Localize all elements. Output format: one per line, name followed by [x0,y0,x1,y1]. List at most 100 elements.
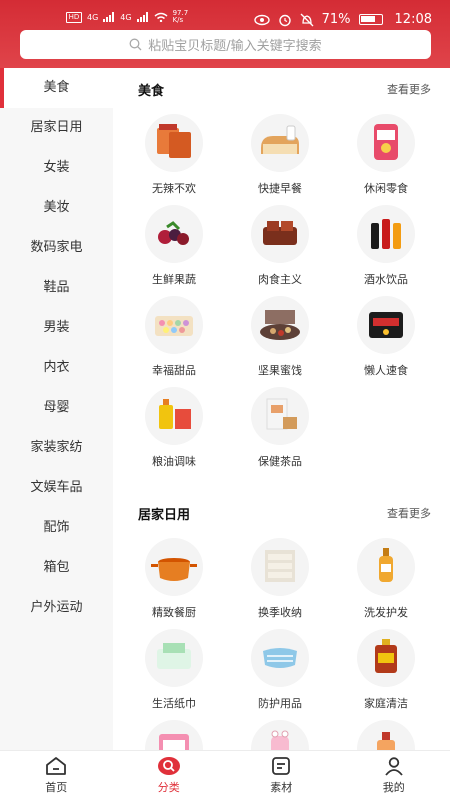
tab-mine-label: 我的 [382,781,405,794]
subcategory-label: 防护用品 [258,697,302,710]
section-title: 居家日用 [138,508,191,523]
tab-category[interactable]: 分类 [113,751,226,800]
clock: 12:08 [394,12,432,27]
signal-4g-icon-2: 4G [120,12,132,22]
subcategory-item[interactable]: 防护用品 [227,623,333,714]
eye-icon [253,14,270,25]
subcategory-label: 休闲零食 [364,182,408,195]
search-input[interactable]: 粘贴宝贝标题/输入关键字搜索 [20,30,431,59]
tissue-icon [145,629,203,687]
header-bar: HD 4G 4G 97.7 K/s 71% 12:08 粘贴宝贝标题/输入关键字… [0,0,450,68]
tab-category-label: 分类 [157,781,180,794]
subcategory-item[interactable]: 生鲜果蔬 [121,199,227,290]
signal-4g-icon: 4G [87,12,99,22]
subcategory-label: 粮油调味 [152,455,196,468]
subcategory-label: 坚果蜜饯 [258,364,302,377]
sidebar-item[interactable]: 户外运动 [0,588,113,628]
hd-icon: HD [66,11,82,23]
sidebar-item[interactable]: 美妆 [0,188,113,228]
status-right: 71% 12:08 [253,12,432,27]
chips-bag-icon [357,114,415,172]
search-placeholder: 粘贴宝贝标题/输入关键字搜索 [148,39,322,54]
subcategory-item[interactable]: 无辣不欢 [121,108,227,199]
subcategory-item[interactable]: 酒水饮品 [333,199,439,290]
tab-home-label: 首页 [45,781,68,794]
berries-icon [145,205,203,263]
bottles-icon [357,205,415,263]
status-bar: HD 4G 4G 97.7 K/s 71% 12:08 [0,0,450,34]
subcategory-label: 精致餐厨 [152,606,196,619]
perfume-icon [357,720,415,750]
oil-bottle-icon [145,387,203,445]
sidebar-item[interactable]: 美食 [0,68,113,108]
subcategory-item[interactable] [333,714,439,750]
sidebar-item[interactable]: 数码家电 [0,228,113,268]
section-header: 居家日用 查看更多 [113,492,450,532]
mute-bell-icon [300,13,314,26]
subcategory-item[interactable] [227,714,333,750]
bottom-tab-bar: 首页 分类 素材 我的 [0,750,450,800]
view-more-link[interactable]: 查看更多 [387,81,431,97]
shampoo-icon [357,538,415,596]
subcategory-label: 快捷早餐 [258,182,302,195]
subcategory-item[interactable]: 家庭清洁 [333,623,439,714]
tab-home[interactable]: 首页 [0,751,113,800]
subcategory-label: 生活纸巾 [152,697,196,710]
subcategory-item[interactable]: 生活纸巾 [121,623,227,714]
storage-drawer-icon [251,538,309,596]
subcategory-label: 无辣不欢 [152,182,196,195]
sidebar-item[interactable]: 鞋品 [0,268,113,308]
pad-pack-icon [145,720,203,750]
category-content: 美食 查看更多 无辣不欢 快捷早餐 休闲零食 生鲜果蔬 肉食主义 酒水饮品 幸福甜品 坚果蜜饯 懒人… [113,68,450,750]
subcategory-label: 洗发护发 [364,606,408,619]
category-search-icon [157,757,180,775]
cup-icon [251,720,309,750]
snack-pack-icon [145,114,203,172]
subcategory-item[interactable]: 快捷早餐 [227,108,333,199]
mask-icon [251,629,309,687]
subcategory-grid: 无辣不欢 快捷早餐 休闲零食生鲜果蔬 肉食主义 酒水饮品幸福甜品 坚果蜜饯 懒人速食粮油调味… [113,108,450,472]
cleaner-bottle-icon [357,629,415,687]
tab-material[interactable]: 素材 [225,751,338,800]
sidebar-item[interactable]: 母婴 [0,388,113,428]
sidebar-item[interactable]: 内衣 [0,348,113,388]
battery-percent: 71% [321,12,351,27]
subcategory-item[interactable]: 精致餐厨 [121,532,227,623]
sidebar-item[interactable]: 男装 [0,308,113,348]
sidebar-item[interactable]: 文娱车品 [0,468,113,508]
alarm-icon [278,14,291,26]
subcategory-item[interactable]: 休闲零食 [333,108,439,199]
sidebar-item[interactable]: 女装 [0,148,113,188]
tab-mine[interactable]: 我的 [338,751,450,800]
tab-material-label: 素材 [270,781,293,794]
subcategory-grid: 精致餐厨 换季收纳 洗发护发生活纸巾 防护用品 家庭清洁 [113,532,450,750]
sidebar-item[interactable]: 居家日用 [0,108,113,148]
subcategory-label: 家庭清洁 [364,697,408,710]
sidebar-item[interactable]: 箱包 [0,548,113,588]
network-speed: 97.7 K/s [172,9,189,24]
subcategory-item[interactable]: 肉食主义 [227,199,333,290]
macaron-icon [145,296,203,354]
sidebar-item[interactable]: 家装家纺 [0,428,113,468]
material-icon [272,757,291,775]
signal-bars-icon-2 [136,12,148,22]
subcategory-item[interactable]: 洗发护发 [333,532,439,623]
section-title: 美食 [138,84,165,99]
noodle-pack-icon [357,296,415,354]
subcategory-item[interactable]: 换季收纳 [227,532,333,623]
search-icon [129,38,142,51]
subcategory-label: 生鲜果蔬 [152,273,196,286]
user-icon [385,757,403,776]
subcategory-item[interactable]: 保健茶品 [227,381,333,472]
sidebar-item[interactable]: 配饰 [0,508,113,548]
subcategory-item[interactable]: 幸福甜品 [121,290,227,381]
subcategory-item[interactable]: 懒人速食 [333,290,439,381]
subcategory-item[interactable]: 粮油调味 [121,381,227,472]
pot-icon [145,538,203,596]
subcategory-item[interactable]: 坚果蜜饯 [227,290,333,381]
subcategory-item[interactable] [121,714,227,750]
battery-icon [358,14,383,25]
view-more-link[interactable]: 查看更多 [387,505,431,521]
nut-box-icon [251,296,309,354]
